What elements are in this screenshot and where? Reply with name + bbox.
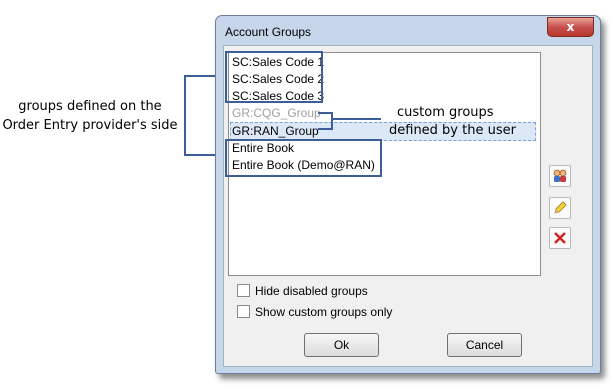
show-custom-option[interactable]: Show custom groups only <box>237 305 392 319</box>
provider-groups-box <box>225 139 382 177</box>
annotation-custom-groups: custom groups <box>397 105 494 120</box>
custom-bracket-line <box>331 118 381 120</box>
annotation-line: Order Entry provider's side <box>2 118 178 133</box>
show-custom-checkbox[interactable] <box>237 305 250 318</box>
annotation-custom-groups: defined by the user <box>389 123 516 138</box>
list-item[interactable]: GR:CQG_Group <box>232 105 321 122</box>
custom-bracket-line <box>318 112 332 114</box>
annotation-provider-groups: groups defined on the Order Entry provid… <box>2 97 178 135</box>
custom-bracket-line <box>331 112 333 130</box>
ok-button[interactable]: Ok <box>304 333 379 357</box>
delete-icon <box>552 230 568 245</box>
list-item-selected[interactable]: GR:RAN_Group <box>232 123 319 140</box>
delete-group-button[interactable] <box>549 227 571 249</box>
users-icon <box>552 168 568 183</box>
add-group-button[interactable] <box>549 165 571 187</box>
provider-groups-box <box>225 51 323 103</box>
custom-bracket-line <box>318 128 332 130</box>
annotation-line: groups defined on the <box>18 99 162 114</box>
bracket-line <box>184 75 186 156</box>
close-button[interactable]: x <box>547 17 594 37</box>
hide-disabled-label: Hide disabled groups <box>255 284 368 298</box>
dialog-title: Account Groups <box>225 25 312 39</box>
close-icon: x <box>566 20 575 34</box>
pencil-icon <box>552 200 568 215</box>
cancel-button[interactable]: Cancel <box>447 333 522 357</box>
hide-disabled-option[interactable]: Hide disabled groups <box>237 284 368 298</box>
edit-group-button[interactable] <box>549 197 571 219</box>
hide-disabled-checkbox[interactable] <box>237 284 250 297</box>
show-custom-label: Show custom groups only <box>255 305 393 319</box>
